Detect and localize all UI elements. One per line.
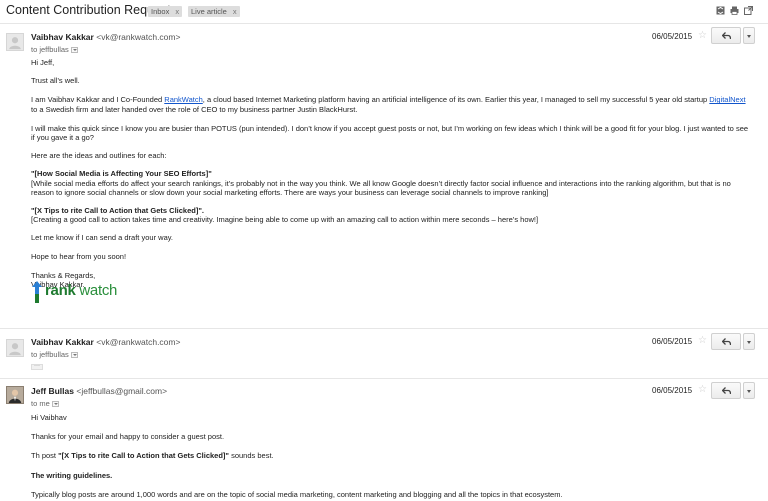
- avatar: [6, 33, 24, 51]
- star-icon[interactable]: ☆: [698, 384, 707, 395]
- message-date: 06/05/2015: [652, 386, 693, 395]
- new-window-icon[interactable]: [744, 6, 753, 15]
- reply-button[interactable]: [711, 382, 741, 399]
- recipient-text: to me: [31, 399, 50, 408]
- greeting: Hi Jeff,: [31, 58, 55, 67]
- star-icon[interactable]: ☆: [698, 335, 707, 346]
- reply-icon: [722, 32, 731, 40]
- reply-button[interactable]: [711, 333, 741, 350]
- print-icon[interactable]: [730, 6, 739, 15]
- idea-title: "[How Social Media is Affecting Your SEO…: [31, 169, 212, 179]
- paragraph: Typically blog posts are around 1,000 wo…: [31, 489, 563, 499]
- remove-label-inbox-icon[interactable]: x: [175, 7, 179, 16]
- expand-all-icon[interactable]: [716, 6, 725, 15]
- reply-icon: [722, 387, 731, 395]
- more-options-button[interactable]: [743, 382, 755, 399]
- label-live-article-text: Live article: [191, 7, 227, 16]
- sender[interactable]: Vaibhav Kakkar <vk@rankwatch.com>: [31, 337, 180, 347]
- sender-email: <jeffbullas@gmail.com>: [76, 386, 168, 396]
- logo-wordmark: rank watch: [45, 282, 118, 299]
- star-icon[interactable]: ☆: [698, 30, 707, 41]
- paragraph: Trust all’s well.: [31, 76, 80, 86]
- sender-name: Vaibhav Kakkar: [31, 32, 94, 42]
- paragraph: I am Vaibhav Kakkar and I Co-Founded Ran…: [31, 95, 746, 114]
- show-trimmed-content-button[interactable]: ···: [31, 363, 43, 370]
- signoff: Thanks & Regards,: [31, 270, 96, 280]
- default-avatar-icon: [9, 37, 21, 50]
- recipient-text: to jeffbullas: [31, 350, 69, 359]
- divider: [0, 23, 768, 24]
- paragraph: Here are the ideas and outlines for each…: [31, 151, 167, 161]
- rankwatch-link[interactable]: RankWatch: [164, 95, 203, 104]
- remove-label-live-article-icon[interactable]: x: [233, 7, 237, 16]
- thread-subject: Content Contribution Request: [6, 3, 171, 17]
- rankwatch-logo: rank watch: [31, 280, 121, 304]
- more-options-button[interactable]: [743, 27, 755, 44]
- recipient-text: to jeffbullas: [31, 45, 69, 54]
- label-inbox[interactable]: Inbox x: [148, 6, 183, 17]
- show-details-icon[interactable]: [70, 47, 78, 54]
- show-details-icon[interactable]: [51, 401, 59, 408]
- message-body: Hi Vaibhav Thanks for your email and hap…: [31, 413, 753, 499]
- avatar: [6, 339, 24, 357]
- idea-description: [Creating a good call to action takes ti…: [31, 215, 539, 225]
- sender[interactable]: Vaibhav Kakkar <vk@rankwatch.com>: [31, 32, 180, 42]
- section-heading: The writing guidelines.: [31, 470, 113, 480]
- recipient-line: to me: [31, 399, 59, 408]
- sender-name: Vaibhav Kakkar: [31, 337, 94, 347]
- divider: [0, 328, 768, 329]
- recipient-line: to jeffbullas: [31, 350, 78, 359]
- recipient-line: to jeffbullas: [31, 45, 78, 54]
- reply-button[interactable]: [711, 27, 741, 44]
- avatar-photo: [6, 386, 24, 404]
- divider: [0, 378, 768, 379]
- reply-icon: [722, 338, 731, 346]
- paragraph: Th post "[X Tips to rite Call to Action …: [31, 451, 274, 461]
- profile-photo-icon: [7, 387, 23, 403]
- idea-title: "[X Tips to rite Call to Action that Get…: [31, 206, 204, 216]
- greeting: Hi Vaibhav: [31, 413, 67, 422]
- default-avatar-icon: [9, 343, 21, 356]
- sender[interactable]: Jeff Bullas <jeffbullas@gmail.com>: [31, 386, 167, 396]
- more-options-button[interactable]: [743, 333, 755, 350]
- sender-email: <vk@rankwatch.com>: [96, 32, 181, 42]
- rankwatch-arrow-icon: [32, 281, 42, 303]
- sender-name: Jeff Bullas: [31, 386, 74, 396]
- idea-description: [While social media efforts do affect yo…: [31, 178, 731, 197]
- paragraph: Let me know if I can send a draft your w…: [31, 233, 174, 243]
- paragraph: Hope to hear from you soon!: [31, 251, 127, 261]
- paragraph: Thanks for your email and happy to consi…: [31, 432, 225, 442]
- digitalnext-link[interactable]: DigitalNext: [709, 95, 745, 104]
- message-date: 06/05/2015: [652, 32, 693, 41]
- show-details-icon[interactable]: [70, 352, 78, 359]
- paragraph: I will make this quick since I know you …: [31, 123, 749, 143]
- label-live-article[interactable]: Live article x: [188, 6, 240, 17]
- label-inbox-text: Inbox: [151, 7, 170, 16]
- signoff-name: Vaibhav Kakkar.: [31, 280, 85, 290]
- message-date: 06/05/2015: [652, 337, 693, 346]
- message-body: Hi Jeff, Trust all’s well. I am Vaibhav …: [31, 58, 753, 289]
- sender-email: <vk@rankwatch.com>: [96, 337, 181, 347]
- thread-header: Content Contribution Request Inbox x Live…: [0, 0, 768, 22]
